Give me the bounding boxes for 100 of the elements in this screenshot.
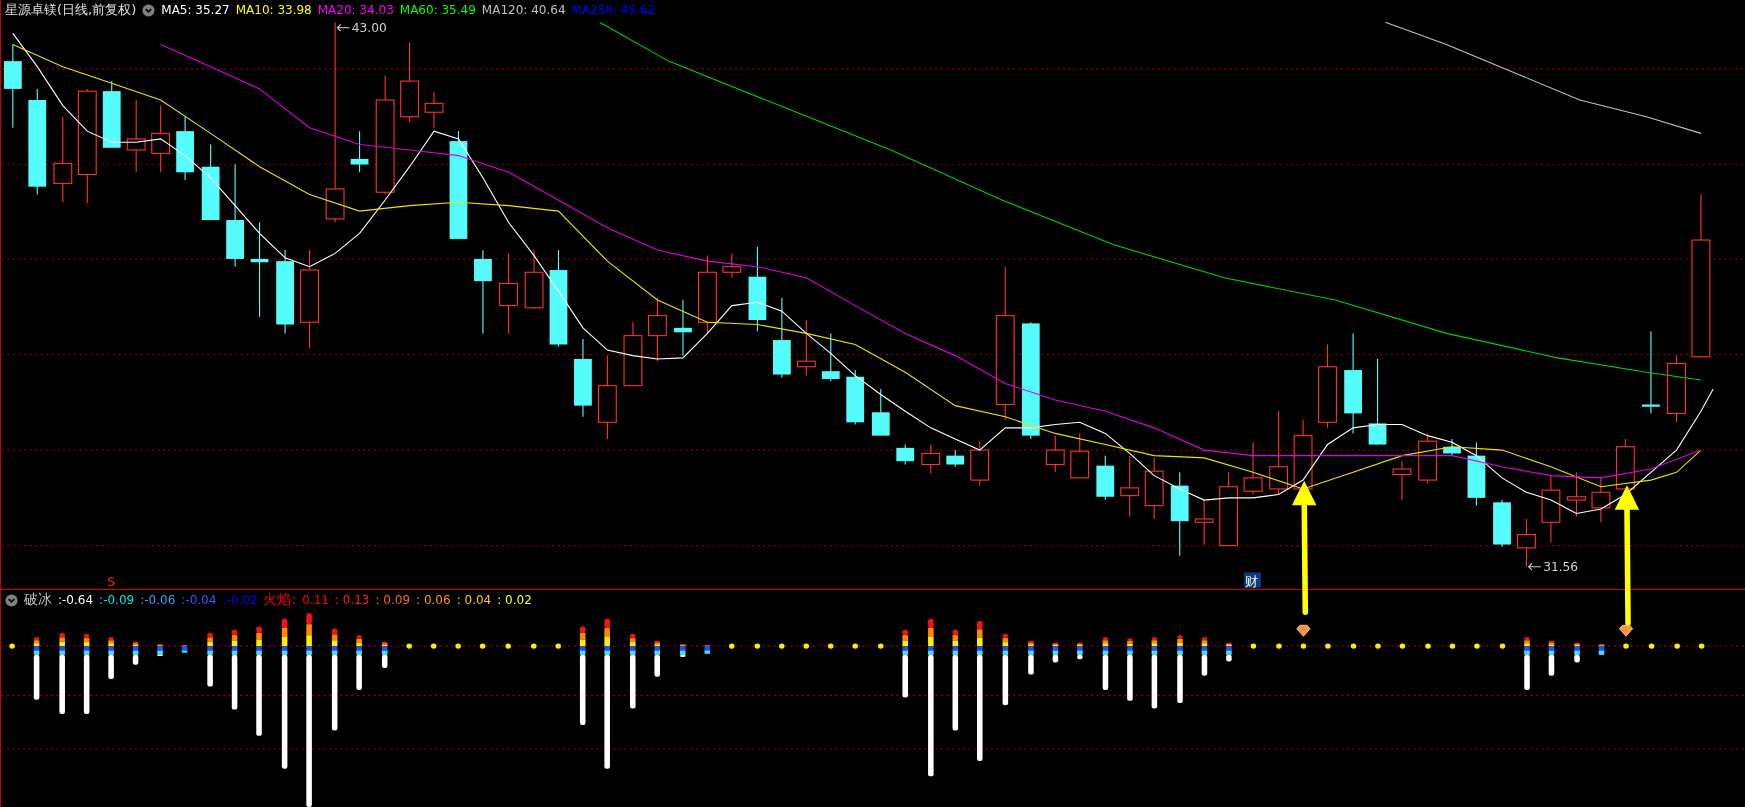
- indicator-bar: [381, 641, 388, 668]
- indicator-value: : 0.13: [334, 593, 370, 607]
- moving-average-value: MA250: 45.62: [571, 3, 656, 17]
- leader-line: [1527, 562, 1542, 571]
- indicator-dot: [505, 643, 511, 649]
- candlestick: [921, 443, 941, 474]
- candlestick: [1144, 457, 1164, 520]
- candlestick: [1243, 441, 1263, 496]
- indicator-dot: [754, 643, 761, 649]
- candlestick: [1615, 438, 1635, 490]
- indicator-value: : 0.06: [416, 593, 451, 607]
- indicator-value: : 0.04: [456, 593, 492, 607]
- indicator-dot: [406, 643, 412, 649]
- candlestick: [1667, 355, 1686, 423]
- indicator-value: :-0.09: [99, 593, 135, 607]
- indicator-dot: [827, 643, 834, 649]
- diamond-icon: [1296, 624, 1311, 637]
- indicator-bar: [1548, 640, 1555, 676]
- finance-mark: 财: [1245, 573, 1259, 589]
- candlestick: [1467, 441, 1486, 507]
- indicator-bar: [902, 629, 909, 698]
- indicator-bar: [1574, 642, 1580, 663]
- indicator-value: :-0.06: [140, 593, 176, 607]
- candlestick: [1591, 477, 1611, 523]
- indicator-bar: [704, 645, 711, 654]
- candlestick: [1443, 438, 1461, 457]
- indicator-dot: [1499, 643, 1506, 649]
- indicator-dot: [455, 643, 461, 649]
- indicator-dot: [479, 643, 486, 649]
- indicator-bar: [654, 640, 660, 677]
- indicator-dot: [803, 643, 810, 649]
- indicator-bar: [1201, 637, 1208, 676]
- price-label: 31.56: [1543, 560, 1579, 575]
- indicator-dot: [1250, 643, 1257, 649]
- indicator-dot: [1674, 643, 1680, 649]
- candlestick: [1567, 471, 1586, 518]
- moving-average-value: MA60: 35.49: [399, 3, 476, 17]
- indicator-dot: [1648, 643, 1655, 649]
- indicator-bar: [1151, 637, 1158, 709]
- candlestick: [424, 91, 444, 129]
- candlestick: [102, 80, 121, 149]
- indicator-value: :-0.64: [58, 593, 94, 607]
- indicator-bar: [1127, 638, 1133, 701]
- indicator-dot: [1474, 643, 1480, 649]
- candlestick: [946, 449, 965, 468]
- indicator-dot: [531, 643, 537, 649]
- candlestick: [1392, 460, 1412, 501]
- indicator-dot: [1350, 643, 1357, 649]
- indicator-bar: [1598, 643, 1605, 655]
- candlestick: [796, 319, 816, 377]
- candlestick: [722, 252, 742, 279]
- indicator-value: :-0.04: [181, 593, 217, 607]
- indicator-bar: [1052, 642, 1059, 663]
- candlestick: [151, 105, 171, 173]
- candlestick: [176, 116, 194, 181]
- candlestick: [1541, 475, 1561, 543]
- indicator-dot: [1375, 643, 1381, 649]
- indicator-dot: [852, 643, 858, 649]
- indicator-dot: [1623, 643, 1629, 649]
- candlestick: [350, 130, 369, 173]
- candlestick: [623, 321, 643, 387]
- indicator-bar: [1002, 634, 1009, 706]
- indicator-dot: [1698, 643, 1705, 649]
- candlestick: [821, 332, 840, 382]
- indicator-bar: [132, 641, 139, 665]
- indicator-value: 0.11: [302, 593, 329, 607]
- candlestick: [896, 443, 915, 466]
- indicator-dot: [9, 643, 15, 649]
- indicator-bar: [1028, 640, 1034, 675]
- moving-average-value: MA20: 34.03: [317, 3, 394, 17]
- indicator-value: :-0.02: [222, 593, 258, 607]
- indicator-bar: [1226, 642, 1232, 662]
- chevron-down-icon[interactable]: [142, 3, 156, 17]
- indicator-name: 破冰: [24, 591, 52, 609]
- candlestick: [1096, 455, 1115, 501]
- indicator-dot: [878, 643, 884, 649]
- candlestick: [1493, 499, 1511, 548]
- indicator-dot: [1325, 643, 1331, 649]
- chevron-down-icon[interactable]: [5, 593, 18, 607]
- indicator-bar: [157, 643, 163, 656]
- candlestick: [1517, 518, 1536, 568]
- candlestick: [1418, 432, 1437, 484]
- indicator-dot: [779, 643, 785, 649]
- leader-line: [336, 23, 351, 32]
- indicator-dot: [728, 643, 735, 649]
- indicator-dot: [555, 643, 561, 649]
- indicator-bar: [1102, 637, 1109, 690]
- indicator-bar: [33, 637, 40, 700]
- chart-title: 星源卓镁(日线,前复权): [5, 1, 137, 19]
- moving-average-value: MA5: 35.27: [161, 3, 230, 17]
- indicator-bar: [181, 645, 188, 653]
- candlestick: [846, 369, 865, 426]
- candlestick: [1194, 499, 1214, 546]
- candlestick: [1045, 435, 1065, 473]
- price-label: 43.00: [351, 21, 387, 36]
- indicator-value: : 0.09: [375, 593, 411, 607]
- indicator-dot: [1425, 643, 1431, 649]
- indicator-bar: [1077, 642, 1083, 660]
- indicator-bar: [207, 633, 213, 687]
- diamond-icon: [1618, 624, 1634, 637]
